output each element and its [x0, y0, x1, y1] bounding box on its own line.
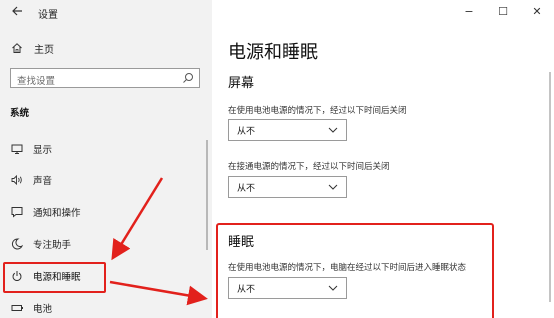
sidebar-item-notifications[interactable]: 通知和操作	[0, 200, 205, 224]
minimize-button[interactable]: −	[452, 0, 486, 22]
page-title: 电源和睡眠	[228, 42, 318, 63]
main-content: − ☐ ✕ 电源和睡眠 屏幕 在使用电池电源的情况下，经过以下时间后关闭 从不 …	[212, 0, 554, 318]
chevron-down-icon	[328, 184, 338, 190]
annotation-highlight-sidebar	[3, 262, 106, 293]
section-label-system: 系统	[10, 108, 30, 119]
sleep-battery-dropdown[interactable]: 从不	[228, 277, 347, 299]
sidebar-item-home[interactable]: 主页	[10, 40, 54, 56]
battery-icon	[10, 301, 24, 315]
scrollbar-thumb[interactable]	[549, 72, 551, 302]
app-title: 设置	[38, 10, 58, 21]
main-scrollbar[interactable]	[548, 28, 552, 318]
sleep-section-heading: 睡眠	[228, 235, 255, 250]
search-box[interactable]	[10, 68, 200, 91]
search-icon[interactable]	[182, 72, 194, 84]
back-button[interactable]	[10, 4, 26, 20]
notification-icon	[10, 205, 24, 219]
sidebar-item-label: 通知和操作	[33, 208, 81, 219]
screen-battery-dropdown[interactable]: 从不	[228, 119, 347, 141]
dropdown-value: 从不	[237, 183, 256, 194]
sidebar-item-label: 专注助手	[33, 240, 72, 251]
sidebar-item-label: 主页	[34, 44, 54, 56]
back-arrow-icon	[12, 6, 22, 16]
home-icon	[10, 41, 24, 55]
sidebar-item-focus-assist[interactable]: 专注助手	[0, 232, 205, 256]
search-input[interactable]	[11, 72, 171, 91]
sidebar-item-label: 显示	[33, 145, 53, 156]
dropdown-value: 从不	[237, 126, 256, 137]
chevron-down-icon	[328, 127, 338, 133]
screen-plugged-dropdown[interactable]: 从不	[228, 176, 347, 198]
close-button[interactable]: ✕	[520, 0, 554, 22]
screen-battery-label: 在使用电池电源的情况下，经过以下时间后关闭	[228, 106, 407, 116]
moon-icon	[10, 237, 24, 251]
sidebar-item-label: 声音	[33, 176, 53, 187]
sidebar-item-sound[interactable]: 声音	[0, 168, 205, 192]
window-controls: − ☐ ✕	[452, 0, 554, 22]
sidebar-item-label: 电池	[33, 304, 53, 315]
dropdown-value: 从不	[237, 284, 256, 295]
maximize-button[interactable]: ☐	[486, 0, 520, 22]
screen-plugged-label: 在接通电源的情况下，经过以下时间后关闭	[228, 162, 390, 172]
chevron-down-icon	[328, 285, 338, 291]
sidebar-item-display[interactable]: 显示	[0, 137, 205, 161]
sidebar-item-battery[interactable]: 电池	[0, 296, 205, 318]
sleep-battery-label: 在使用电池电源的情况下，电脑在经过以下时间后进入睡眠状态	[228, 263, 467, 273]
screen-section-heading: 屏幕	[228, 76, 255, 91]
sidebar-scrollbar[interactable]	[206, 140, 208, 250]
speaker-icon	[10, 173, 24, 187]
monitor-icon	[10, 142, 24, 156]
